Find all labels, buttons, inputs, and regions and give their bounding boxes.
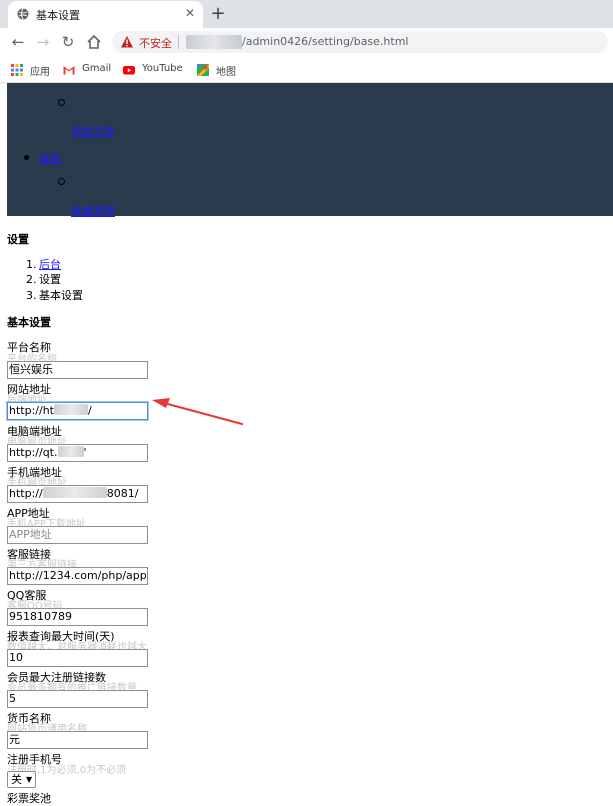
breadcrumb-text: 基本设置 xyxy=(39,289,83,302)
nav-link-clear-data[interactable]: 数据清理 xyxy=(71,203,115,219)
browser-toolbar: ← → ↻ 不安全 ████████ /admin0426/setting/ba… xyxy=(0,28,613,57)
field-label-lottery-pool: 彩票奖池 xyxy=(7,792,51,805)
reload-icon[interactable]: ↻ xyxy=(58,32,78,52)
app-url-input[interactable]: APP地址 xyxy=(7,526,148,544)
omnibox-divider xyxy=(178,35,179,49)
breadcrumb-item: 1. 后台 xyxy=(26,258,61,271)
browser-tab-bar: 基本设置 ✕ + xyxy=(0,0,613,28)
gmail-icon xyxy=(63,66,75,75)
service-link-input[interactable]: http://1234.com/php/app.ph xyxy=(7,567,148,585)
url-host-redacted: ████████ xyxy=(186,35,242,49)
breadcrumb-item: 2. 设置 xyxy=(26,273,61,286)
field-value-tail: 8081/ xyxy=(106,487,139,500)
list-bullet-circle xyxy=(58,99,65,106)
globe-icon xyxy=(17,8,29,20)
redacted-text xyxy=(42,487,107,498)
register-phone-select[interactable]: 关 ▼ xyxy=(7,771,36,788)
currency-name-input[interactable]: 元 xyxy=(7,731,148,749)
nav-link-other[interactable]: 其他 xyxy=(39,150,61,166)
home-icon[interactable] xyxy=(84,32,104,52)
bookmark-label: Gmail xyxy=(82,63,112,74)
nav-link-add-article[interactable]: 添加文章 xyxy=(71,123,115,139)
bookmarks-bar: 应用 Gmail YouTube 地图 xyxy=(0,57,613,83)
chevron-down-icon: ▼ xyxy=(26,775,33,784)
field-value: http:// xyxy=(9,487,43,500)
report-max-days-input[interactable]: 10 xyxy=(7,649,148,667)
breadcrumb-link-admin[interactable]: 后台 xyxy=(39,258,61,271)
youtube-icon xyxy=(123,66,135,75)
bookmark-label: 地图 xyxy=(216,67,236,78)
forward-arrow-icon[interactable]: → xyxy=(33,32,53,52)
platform-name-input[interactable]: 恒兴娱乐 xyxy=(7,361,148,379)
tab-title: 基本设置 xyxy=(36,9,80,22)
bookmark-label: 应用 xyxy=(30,67,50,78)
apps-grid-icon xyxy=(11,64,23,76)
field-value-tail: ' xyxy=(83,446,87,459)
site-url-input[interactable]: http://ht / xyxy=(7,402,148,420)
browser-tab[interactable]: 基本设置 ✕ xyxy=(8,1,203,28)
security-status[interactable]: 不安全 xyxy=(139,35,172,51)
list-bullet-disc xyxy=(24,155,29,160)
new-tab-button[interactable]: + xyxy=(207,3,229,25)
address-bar[interactable]: 不安全 ████████ /admin0426/setting/base.htm… xyxy=(112,31,608,53)
url-path: /admin0426/setting/base.html xyxy=(242,35,409,48)
redacted-text xyxy=(57,446,84,457)
field-value-tail: / xyxy=(87,404,92,417)
qq-service-input[interactable]: 951810789 xyxy=(7,608,148,626)
section-title: 基本设置 xyxy=(7,316,51,329)
field-value: http://ht xyxy=(9,404,54,417)
admin-nav-panel xyxy=(7,83,613,216)
redacted-text xyxy=(53,404,88,415)
maps-icon xyxy=(197,64,209,76)
close-tab-icon[interactable]: ✕ xyxy=(182,5,198,21)
warning-icon xyxy=(121,36,133,48)
list-bullet-circle xyxy=(58,178,65,185)
page-title: 设置 xyxy=(7,233,29,246)
breadcrumb-item: 3. 基本设置 xyxy=(26,289,83,302)
mobile-url-input[interactable]: http:// 8081/ xyxy=(7,485,148,503)
back-arrow-icon[interactable]: ← xyxy=(8,32,28,52)
max-invite-links-input[interactable]: 5 xyxy=(7,690,148,708)
desktop-url-input[interactable]: http://qt. ' xyxy=(7,444,148,462)
select-value: 关 xyxy=(11,773,22,786)
field-value: http://qt. xyxy=(9,446,58,459)
bookmark-label: YouTube xyxy=(142,63,183,74)
breadcrumb-text: 设置 xyxy=(39,273,61,286)
annotation-arrow-icon xyxy=(152,398,244,426)
